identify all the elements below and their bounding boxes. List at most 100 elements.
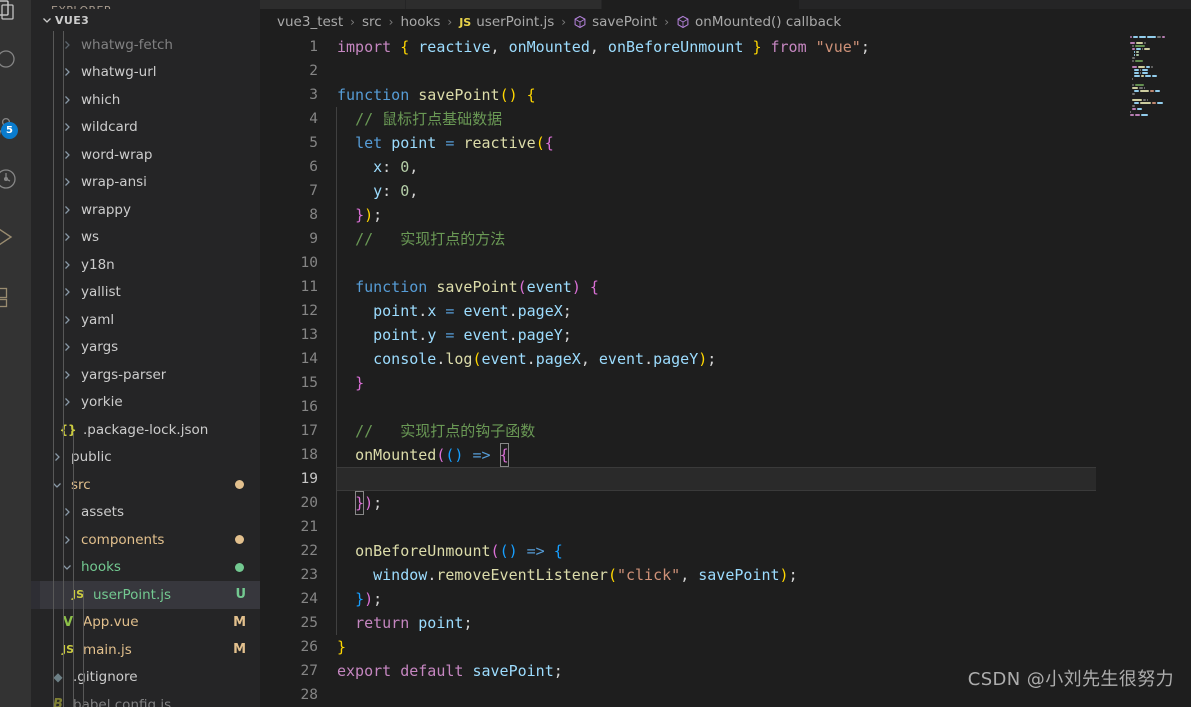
line-number: 18 bbox=[260, 443, 318, 467]
git-status-badge: M bbox=[233, 642, 246, 657]
tree-folder-row[interactable]: ws bbox=[31, 224, 260, 252]
tree-file-row[interactable]: JSmain.jsM bbox=[31, 636, 260, 664]
code-line: 10 bbox=[260, 251, 1191, 275]
tree-item-label: .package-lock.json bbox=[83, 422, 208, 438]
git-status-dot bbox=[235, 563, 244, 572]
tree-folder-row[interactable]: which bbox=[31, 86, 260, 114]
minimap[interactable] bbox=[1130, 35, 1177, 707]
tree-item-label: wrap-ansi bbox=[81, 174, 147, 190]
tree-item-label: hooks bbox=[81, 559, 121, 575]
chevron-right-icon bbox=[59, 64, 75, 80]
tree-item-label: yorkie bbox=[81, 394, 123, 410]
run-and-debug-icon[interactable] bbox=[0, 157, 28, 201]
search-icon[interactable] bbox=[0, 38, 28, 82]
explorer-section-label: VUE3 bbox=[55, 14, 89, 27]
explorer-section-vue3[interactable]: VUE3 bbox=[31, 9, 260, 31]
line-number: 1 bbox=[260, 35, 318, 59]
line-number: 19 bbox=[260, 467, 318, 491]
tree-file-row[interactable]: VApp.vueM bbox=[31, 609, 260, 637]
tree-folder-row[interactable]: components bbox=[31, 526, 260, 554]
tree-file-row[interactable]: Bbabel.config.js bbox=[31, 691, 260, 707]
babel-file-icon: B bbox=[49, 698, 67, 707]
tree-indent-guide bbox=[53, 31, 54, 707]
tree-file-row[interactable]: ◆.gitignore bbox=[31, 664, 260, 692]
code-editor[interactable]: 1import { reactive, onMounted, onBeforeU… bbox=[260, 35, 1191, 707]
tree-item-label: yaml bbox=[81, 312, 114, 328]
line-number: 25 bbox=[260, 611, 318, 635]
tree-folder-row[interactable]: yorkie bbox=[31, 389, 260, 417]
tree-folder-row[interactable]: assets bbox=[31, 499, 260, 527]
breadcrumb-item[interactable]: hooks bbox=[400, 14, 440, 30]
code-line: 11 function savePoint(event) { bbox=[260, 275, 1191, 299]
indent-guide bbox=[336, 395, 337, 419]
chevron-down-icon bbox=[39, 12, 55, 28]
tree-folder-row[interactable]: wildcard bbox=[31, 114, 260, 142]
breadcrumb-item[interactable]: vue3_test bbox=[277, 14, 343, 30]
extensions-icon[interactable] bbox=[0, 215, 28, 259]
tree-folder-row[interactable]: word-wrap bbox=[31, 141, 260, 169]
editor-tab[interactable]: JSuserPoint.js bbox=[602, 0, 800, 9]
chevron-right-icon bbox=[59, 92, 75, 108]
remote-explorer-icon[interactable] bbox=[0, 275, 28, 319]
tree-item-label: yargs bbox=[81, 339, 118, 355]
code-line: 13 point.y = event.pageY; bbox=[260, 323, 1191, 347]
code-line: 14 console.log(event.pageX, event.pageY)… bbox=[260, 347, 1191, 371]
overview-ruler[interactable] bbox=[1177, 35, 1191, 707]
line-number: 10 bbox=[260, 251, 318, 275]
tree-folder-row[interactable]: yargs bbox=[31, 334, 260, 362]
chevron-right-icon bbox=[59, 367, 75, 383]
tree-item-label: main.js bbox=[83, 642, 132, 658]
chevron-right-icon bbox=[59, 284, 75, 300]
tree-folder-row[interactable]: public bbox=[31, 444, 260, 472]
code-line: 24 }); bbox=[260, 587, 1191, 611]
symbol-method-icon bbox=[573, 15, 587, 29]
tree-folder-row[interactable]: whatwg-fetch bbox=[31, 31, 260, 59]
code-line: 3function savePoint() { bbox=[260, 83, 1191, 107]
editor-tab[interactable]: VApp.vue bbox=[260, 0, 406, 9]
code-text: return point; bbox=[337, 611, 472, 635]
line-number: 8 bbox=[260, 203, 318, 227]
breadcrumb-label: savePoint bbox=[592, 14, 657, 30]
json-file-icon: {} bbox=[59, 424, 77, 436]
breadcrumb-item[interactable]: savePoint bbox=[573, 14, 657, 30]
js-file-icon: JS bbox=[69, 589, 87, 600]
tree-folder-row[interactable]: src bbox=[31, 471, 260, 499]
line-number: 15 bbox=[260, 371, 318, 395]
code-line: 26} bbox=[260, 635, 1191, 659]
line-number: 17 bbox=[260, 419, 318, 443]
code-line: 20 }); bbox=[260, 491, 1191, 515]
tree-folder-row[interactable]: yargs-parser bbox=[31, 361, 260, 389]
tree-folder-row[interactable]: hooks bbox=[31, 554, 260, 582]
breadcrumb-item[interactable]: onMounted() callback bbox=[676, 14, 841, 30]
tree-folder-row[interactable]: yallist bbox=[31, 279, 260, 307]
gitignore-file-icon: ◆ bbox=[49, 671, 67, 683]
tree-file-row[interactable]: JSuserPoint.jsU bbox=[31, 581, 260, 609]
tree-folder-row[interactable]: yaml bbox=[31, 306, 260, 334]
tree-item-label: babel.config.js bbox=[73, 697, 171, 707]
code-text: // 实现打点的钩子函数 bbox=[337, 419, 535, 443]
tree-folder-row[interactable]: wrappy bbox=[31, 196, 260, 224]
code-text: }); bbox=[337, 203, 382, 227]
code-text: // 实现打点的方法 bbox=[337, 227, 505, 251]
tree-indent-guide bbox=[73, 433, 74, 707]
tree-folder-row[interactable]: whatwg-url bbox=[31, 59, 260, 87]
code-line: 12 point.x = event.pageX; bbox=[260, 299, 1191, 323]
breadcrumb-separator: › bbox=[664, 15, 669, 29]
tree-indent-guide bbox=[63, 31, 64, 707]
tree-item-label: wildcard bbox=[81, 119, 138, 135]
explorer-icon[interactable] bbox=[0, 0, 28, 32]
breadcrumb-item[interactable]: src bbox=[362, 14, 382, 30]
tree-folder-row[interactable]: wrap-ansi bbox=[31, 169, 260, 197]
tree-file-row[interactable]: {} .package-lock.json bbox=[31, 416, 260, 444]
editor-tab-bar: VApp.vueVHelloWorld.vueJSuserPoint.js◫⋯ bbox=[260, 0, 1191, 9]
editor-tab[interactable]: VHelloWorld.vue bbox=[406, 0, 602, 9]
code-text: // 鼠标打点基础数据 bbox=[337, 107, 502, 131]
code-line: 1import { reactive, onMounted, onBeforeU… bbox=[260, 35, 1191, 59]
chevron-right-icon bbox=[59, 339, 75, 355]
breadcrumb-item[interactable]: JSuserPoint.js bbox=[459, 14, 554, 30]
chevron-right-icon bbox=[59, 257, 75, 273]
code-text: point.y = event.pageY; bbox=[337, 323, 572, 347]
tree-folder-row[interactable]: y18n bbox=[31, 251, 260, 279]
line-number: 11 bbox=[260, 275, 318, 299]
code-line: 18 onMounted(() => { bbox=[260, 443, 1191, 467]
